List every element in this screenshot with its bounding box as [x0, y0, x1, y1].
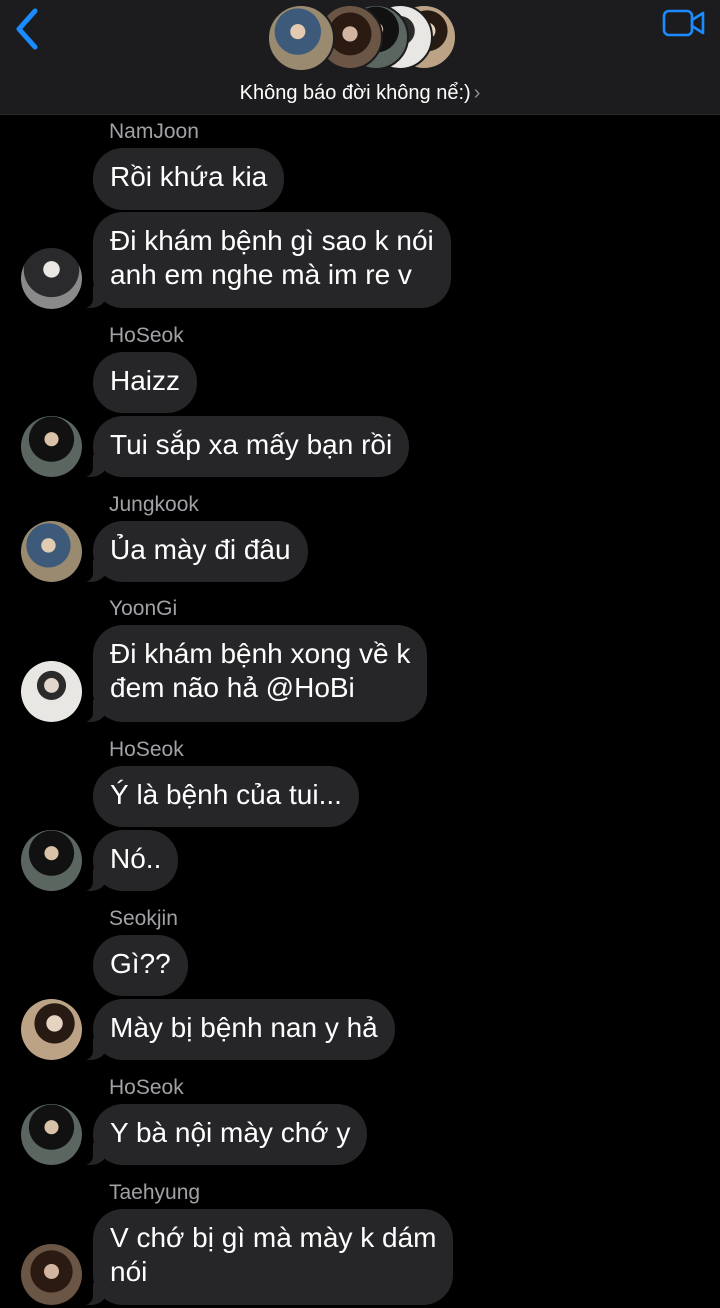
message-bubble[interactable]: Rồi khứa kia: [93, 148, 285, 210]
message-bubble[interactable]: V chớ bị gì mà mày k dám nói: [80, 1209, 454, 1306]
sender-name: HoSeok: [109, 738, 184, 761]
avatar[interactable]: [21, 830, 82, 891]
avatar[interactable]: [21, 521, 82, 582]
sender-name: HoSeok: [109, 324, 184, 347]
message-bubble[interactable]: Haizz: [93, 352, 198, 413]
video-camera-icon: [662, 9, 705, 37]
message-bubble[interactable]: Tui sắp xa mấy bạn rồi: [80, 416, 410, 478]
avatar[interactable]: [21, 661, 82, 722]
back-button[interactable]: [6, 4, 50, 54]
group-avatar-stack[interactable]: [267, 4, 457, 74]
chat-header: Không báo đời không nể:) ›: [0, 0, 720, 115]
message-bubble[interactable]: Đi khám bệnh gì sao k nói anh em nghe mà…: [81, 212, 451, 309]
sender-name: HoSeok: [109, 1076, 184, 1099]
group-title[interactable]: Không báo đời không nể:) ›: [0, 82, 720, 105]
video-call-button[interactable]: [660, 6, 708, 40]
message-bubble[interactable]: Mày bị bệnh nan y hả: [81, 999, 395, 1061]
sender-name: Seokjin: [109, 907, 178, 930]
group-member-avatar: [267, 4, 335, 72]
message-bubble[interactable]: Y bà nội mày chớ y: [80, 1104, 368, 1166]
avatar[interactable]: [21, 416, 82, 477]
sender-name: Jungkook: [109, 493, 199, 516]
group-name: Không báo đời không nể:): [239, 82, 471, 104]
chat-screen: Không báo đời không nể:) › NamJoon Rồi kh…: [0, 0, 720, 1308]
message-bubble[interactable]: Ý là bệnh của tui...: [93, 766, 359, 827]
message-bubble[interactable]: Ủa mày đi đâu: [81, 521, 308, 583]
sender-name: YoonGi: [109, 597, 178, 620]
message-bubble[interactable]: Đi khám bệnh xong về k đem não hả @HoBi: [80, 625, 428, 723]
message-bubble[interactable]: Gì??: [93, 935, 188, 996]
chevron-right-icon: ›: [473, 82, 481, 104]
message-bubble[interactable]: Nó..: [80, 830, 179, 892]
avatar[interactable]: [21, 1244, 82, 1305]
avatar[interactable]: [21, 1104, 82, 1165]
sender-name: NamJoon: [109, 120, 199, 143]
sender-name: Taehyung: [109, 1181, 201, 1204]
avatar[interactable]: [21, 999, 82, 1060]
chevron-left-icon: [16, 8, 38, 50]
avatar[interactable]: [21, 248, 82, 309]
